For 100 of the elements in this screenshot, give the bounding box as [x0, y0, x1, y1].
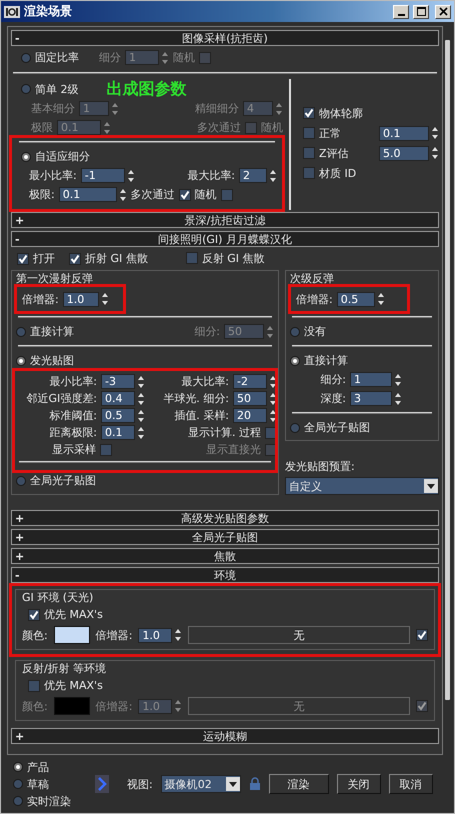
number-field[interactable]: 1.0: [62, 292, 99, 306]
number-field[interactable]: 20: [233, 408, 267, 423]
checkbox[interactable]: 显示计算. 过程: [188, 425, 277, 440]
radio-option[interactable]: 全局光子贴图: [290, 420, 370, 435]
number-field[interactable]: 0.1: [101, 425, 135, 440]
spinner-arrows-icon[interactable]: [431, 146, 439, 160]
dialog-button[interactable]: 取消: [388, 774, 433, 794]
radio-option[interactable]: 直接计算: [16, 324, 74, 339]
spinner-arrows-icon[interactable]: [137, 426, 145, 440]
spinner-arrows-icon[interactable]: [269, 374, 277, 388]
annotation-text: 出成图参数: [106, 78, 186, 100]
maximize-button[interactable]: [413, 4, 429, 18]
spinner-arrows-icon[interactable]: [100, 292, 109, 306]
checkbox[interactable]: [220, 188, 233, 200]
spinner-arrows-icon[interactable]: [137, 408, 145, 422]
dialog-button[interactable]: 渲染: [268, 774, 329, 794]
app-icon: [4, 6, 20, 18]
checkbox[interactable]: 随机: [173, 50, 211, 65]
close-button[interactable]: [435, 4, 451, 18]
spinner-arrows-icon[interactable]: [126, 168, 135, 182]
rollout-title[interactable]: 全局光子贴图: [26, 530, 424, 545]
checkbox[interactable]: 打开: [17, 251, 55, 266]
number-field[interactable]: -1: [80, 168, 125, 183]
number-field[interactable]: 0.5: [336, 292, 375, 306]
rollout-title[interactable]: 景深/抗拒齿过滤: [26, 213, 424, 228]
toggle-sign[interactable]: +: [12, 532, 26, 543]
toggle-sign[interactable]: +: [12, 215, 26, 226]
number-field[interactable]: 0.5: [101, 408, 135, 423]
checkbox[interactable]: 优先 MAX's: [28, 607, 103, 622]
rollout-title[interactable]: 运动模糊: [26, 729, 424, 744]
map-button[interactable]: 无: [188, 697, 410, 715]
radio-option[interactable]: 草稿: [13, 776, 87, 792]
preset-dropdown[interactable]: 自定义: [285, 477, 439, 495]
spinner-arrows-icon[interactable]: [394, 392, 402, 406]
checkbox[interactable]: 反射 GI 焦散: [186, 250, 265, 266]
spinner-arrows-icon[interactable]: [137, 374, 145, 388]
radio-option[interactable]: 直接计算: [290, 353, 348, 368]
maximize-icon: [416, 7, 426, 16]
rollout-title[interactable]: 焦散: [26, 549, 424, 564]
spinner-arrows-icon[interactable]: [269, 408, 277, 422]
toggle-sign[interactable]: -: [12, 33, 26, 44]
spinner-arrows-icon[interactable]: [118, 188, 127, 202]
spinner-arrows-icon[interactable]: [376, 292, 385, 306]
checkbox[interactable]: 折射 GI 焦散: [69, 251, 148, 266]
number-field[interactable]: 50: [233, 391, 267, 406]
color-swatch[interactable]: [54, 697, 90, 715]
checkbox[interactable]: Z评估: [303, 146, 349, 160]
checkbox[interactable]: 随机: [245, 120, 283, 135]
field-label: 细分:: [194, 324, 220, 339]
checkbox[interactable]: 显示采样: [52, 442, 112, 457]
number-field[interactable]: -3: [101, 374, 135, 389]
spinner-arrows-icon[interactable]: [431, 126, 439, 140]
number-field[interactable]: 1: [350, 372, 392, 387]
checkbox[interactable]: 随机: [178, 187, 217, 202]
number-field[interactable]: -2: [233, 374, 267, 389]
spinner-arrows-icon[interactable]: [137, 392, 145, 406]
radio-option[interactable]: 自适应细分: [21, 149, 90, 164]
checkmark-icon: [417, 630, 427, 640]
toggle-sign[interactable]: +: [12, 731, 26, 742]
toggle-sign[interactable]: -: [12, 234, 26, 245]
field-label: 视图:: [127, 776, 153, 792]
radio-option[interactable]: 没有: [290, 324, 326, 339]
spinner-arrows-icon[interactable]: [269, 168, 277, 182]
dialog-button[interactable]: 关闭: [336, 774, 381, 794]
checkbox[interactable]: [416, 629, 428, 641]
toggle-sign[interactable]: -: [12, 570, 26, 581]
number-field[interactable]: 0.1: [58, 187, 117, 202]
radio-option[interactable]: 实时渲染: [13, 794, 87, 808]
color-swatch[interactable]: [54, 626, 90, 644]
spinner-arrows-icon[interactable]: [269, 392, 277, 406]
spinner-arrows-icon[interactable]: [174, 628, 182, 642]
radio-option[interactable]: 固定比率: [21, 50, 79, 65]
radio-option[interactable]: 全局光子贴图: [16, 473, 96, 488]
map-button[interactable]: 无: [188, 626, 410, 644]
toggle-sign[interactable]: +: [12, 513, 26, 524]
rollout-title[interactable]: 高级发光贴图参数: [26, 511, 424, 526]
minimize-button[interactable]: [393, 4, 409, 18]
checkbox[interactable]: 材质 ID: [303, 166, 356, 180]
checkbox[interactable]: [416, 700, 428, 712]
number-field[interactable]: 3: [350, 391, 392, 406]
number-field[interactable]: 1.0: [138, 628, 172, 642]
minimize-icon: [398, 14, 404, 16]
spinner-arrows-icon[interactable]: [394, 372, 402, 386]
lock-icon[interactable]: [248, 777, 261, 791]
checkbox[interactable]: 优先 MAX's: [28, 678, 103, 693]
number-field[interactable]: 0.4: [101, 391, 135, 406]
radio-option[interactable]: 产品: [13, 760, 87, 774]
number-field[interactable]: 0.1: [379, 126, 429, 140]
checkbox[interactable]: 物体轮廓: [303, 106, 363, 120]
scrollbar-thumb[interactable]: [445, 40, 450, 700]
rollout-title[interactable]: 图像采样(抗拒齿): [26, 31, 424, 46]
number-field[interactable]: 5.0: [379, 146, 429, 160]
toggle-sign[interactable]: +: [12, 551, 26, 562]
rollout-title[interactable]: 间接照明(GI) 月月蝶蝶汉化: [26, 232, 424, 247]
checkbox[interactable]: 正常: [303, 126, 341, 140]
view-dropdown[interactable]: 摄像机02: [160, 775, 241, 793]
rollout-title[interactable]: 环境: [26, 568, 424, 583]
number-field[interactable]: 2: [239, 168, 267, 183]
radio-option[interactable]: 简单 2级: [21, 82, 78, 96]
radio-option[interactable]: 发光贴图: [16, 353, 74, 368]
